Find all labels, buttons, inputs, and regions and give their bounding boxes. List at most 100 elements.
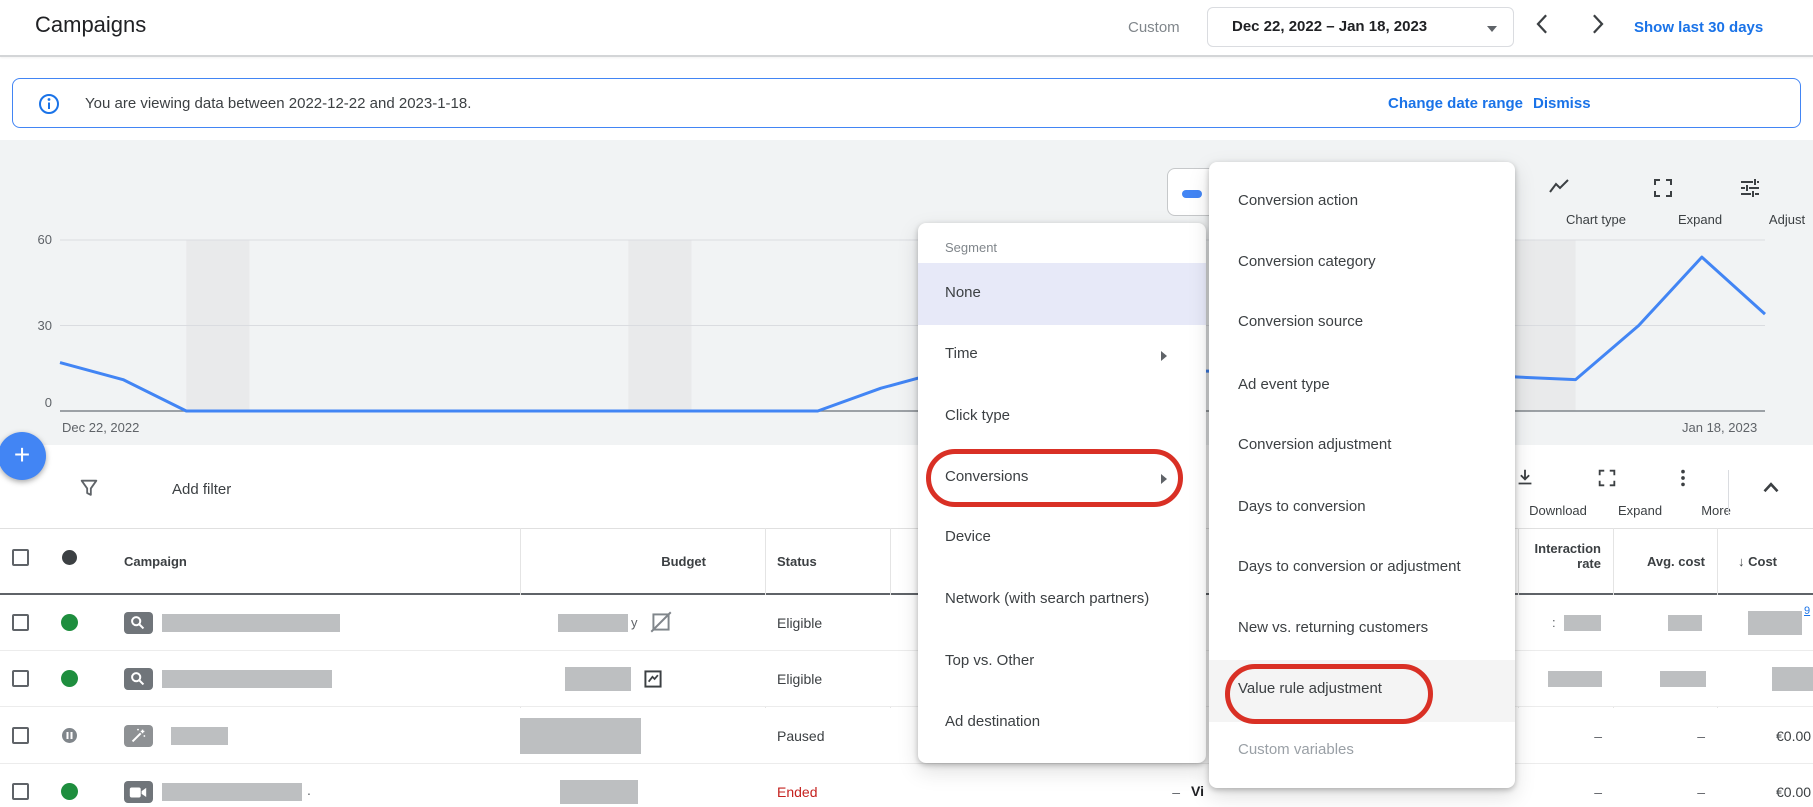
adjust-sliders-icon — [1738, 176, 1762, 200]
column-header-interaction-rate[interactable]: Interaction rate — [1510, 541, 1601, 571]
submenu-item-conversion-source[interactable]: Conversion source — [1238, 313, 1363, 330]
submenu-item-conversion-category[interactable]: Conversion category — [1238, 253, 1376, 270]
download-icon — [1514, 467, 1536, 489]
more-vertical-dots-icon — [1672, 467, 1694, 489]
status-enabled-dot-icon[interactable] — [61, 783, 78, 800]
date-info-banner: You are viewing data between 2022-12-22 … — [12, 78, 1801, 128]
status-value: Eligible — [777, 615, 822, 631]
y-axis-tick-30: 30 — [18, 318, 52, 333]
redacted-interaction-rate — [1548, 671, 1602, 687]
redacted-campaign-name[interactable] — [162, 614, 340, 632]
y-axis-tick-60: 60 — [18, 232, 52, 247]
change-date-range-link[interactable]: Change date range — [1388, 95, 1523, 112]
chart-adjust-button[interactable]: Adjust — [1713, 170, 1787, 232]
column-header-status[interactable]: Status — [777, 554, 817, 569]
menu-item-network[interactable]: Network (with search partners) — [945, 590, 1149, 607]
redacted-avg-cost — [1668, 615, 1702, 631]
redacted-campaign-name[interactable] — [162, 670, 332, 688]
submenu-item-days-to-conversion-or-adjustment[interactable]: Days to conversion or adjustment — [1238, 558, 1461, 575]
smart-campaign-wand-icon — [124, 725, 153, 747]
interaction-rate-value: – — [1518, 728, 1602, 744]
toolbar-divider — [1728, 470, 1729, 515]
status-value: Paused — [777, 728, 824, 744]
chart-type-button[interactable]: Chart type — [1522, 170, 1596, 232]
chart-type-icon — [1547, 176, 1571, 200]
submenu-item-days-to-conversion[interactable]: Days to conversion — [1238, 498, 1366, 515]
column-header-avg-cost[interactable]: Avg. cost — [1610, 554, 1705, 569]
submenu-item-conversion-action[interactable]: Conversion action — [1238, 192, 1358, 209]
row-checkbox[interactable] — [12, 783, 29, 800]
previous-period-button[interactable] — [1528, 9, 1558, 39]
redacted-cost — [1748, 611, 1802, 635]
redacted-campaign-name[interactable] — [171, 727, 228, 745]
next-period-button[interactable] — [1582, 9, 1612, 39]
menu-item-click-type[interactable]: Click type — [945, 407, 1010, 424]
menu-item-device[interactable]: Device — [945, 528, 991, 545]
submenu-item-conversion-adjustment[interactable]: Conversion adjustment — [1238, 436, 1391, 453]
table-toolbar-row: Add filter Download Expand More — [0, 445, 1813, 528]
submenu-arrow-icon — [1158, 349, 1170, 367]
redacted-budget-value — [565, 667, 631, 691]
crossed-box-budget-icon — [648, 609, 674, 640]
menu-item-none[interactable]: None — [945, 284, 981, 301]
redacted-avg-cost — [1660, 671, 1706, 687]
page-title: Campaigns — [35, 12, 146, 38]
status-enabled-dot-icon[interactable] — [61, 670, 78, 687]
cost-footnote-link[interactable]: 9 — [1804, 605, 1810, 617]
table-header-row: Campaign Budget Status Interaction rate … — [0, 528, 1813, 595]
annotation-circle-value-rule-adjustment — [1225, 664, 1433, 724]
interaction-rate-remnant: : — [1552, 615, 1556, 630]
video-campaign-icon — [124, 781, 153, 803]
row-checkbox[interactable] — [12, 614, 29, 631]
sort-descending-arrow-icon: ↓ — [1738, 554, 1745, 569]
new-campaign-fab[interactable]: + — [0, 432, 46, 480]
redacted-cost — [1772, 667, 1813, 691]
column-header-cost[interactable]: ↓ Cost — [1738, 554, 1795, 569]
filter-funnel-icon[interactable] — [78, 477, 100, 504]
mid-column-value: – — [1100, 784, 1180, 800]
x-axis-end-label: Jan 18, 2023 — [1682, 420, 1757, 435]
select-all-checkbox[interactable] — [12, 549, 29, 566]
submenu-item-new-vs-returning-customers[interactable]: New vs. returning customers — [1238, 619, 1428, 636]
x-axis-start-label: Dec 22, 2022 — [62, 420, 139, 435]
row-checkbox[interactable] — [12, 727, 29, 744]
cost-value: €0.00 — [1776, 728, 1811, 744]
add-filter-button[interactable]: Add filter — [172, 481, 231, 498]
status-value: Ended — [777, 784, 817, 800]
column-header-budget[interactable]: Budget — [520, 554, 706, 569]
search-campaign-icon — [124, 612, 153, 634]
table-row: Paused – – €0.00 — [0, 708, 1813, 764]
expand-icon — [1596, 467, 1618, 489]
date-range-picker[interactable]: Dec 22, 2022 – Jan 18, 2023 — [1207, 7, 1514, 47]
redacted-budget-value — [560, 780, 638, 804]
status-enabled-dot-icon[interactable] — [61, 614, 78, 631]
dismiss-link[interactable]: Dismiss — [1533, 95, 1591, 112]
avg-cost-value: – — [1613, 728, 1705, 744]
row-checkbox[interactable] — [12, 670, 29, 687]
show-last-30-days-link[interactable]: Show last 30 days — [1634, 19, 1763, 36]
status-filter-dot-icon[interactable] — [62, 550, 77, 565]
chevron-left-icon — [1528, 26, 1558, 43]
collapse-chevron-up-icon[interactable] — [1758, 475, 1784, 506]
cost-value: €0.00 — [1776, 784, 1811, 800]
submenu-item-custom-variables: Custom variables — [1238, 741, 1354, 758]
clipped-cell-text: Vi — [1191, 783, 1204, 799]
search-campaign-icon — [124, 668, 153, 690]
interaction-rate-value: – — [1518, 784, 1602, 800]
status-paused-dot-icon[interactable] — [62, 728, 77, 743]
chart-expand-button[interactable]: Expand — [1626, 170, 1700, 232]
redacted-interaction-rate — [1564, 615, 1601, 631]
top-bar: Campaigns Custom Dec 22, 2022 – Jan 18, … — [0, 0, 1813, 57]
column-header-campaign[interactable]: Campaign — [124, 554, 187, 569]
annotation-circle-conversions — [926, 449, 1183, 507]
menu-item-time[interactable]: Time — [945, 345, 978, 362]
menu-item-ad-destination[interactable]: Ad destination — [945, 713, 1040, 730]
redacted-campaign-name[interactable] — [162, 783, 302, 801]
menu-item-top-vs-other[interactable]: Top vs. Other — [945, 652, 1034, 669]
banner-message: You are viewing data between 2022-12-22 … — [85, 95, 471, 112]
table-row: Eligible — [0, 651, 1813, 707]
plus-icon: + — [14, 439, 30, 470]
table-row: . Ended – Vi – – €0.00 — [0, 764, 1813, 807]
redacted-budget-value — [520, 718, 641, 754]
submenu-item-ad-event-type[interactable]: Ad event type — [1238, 376, 1330, 393]
